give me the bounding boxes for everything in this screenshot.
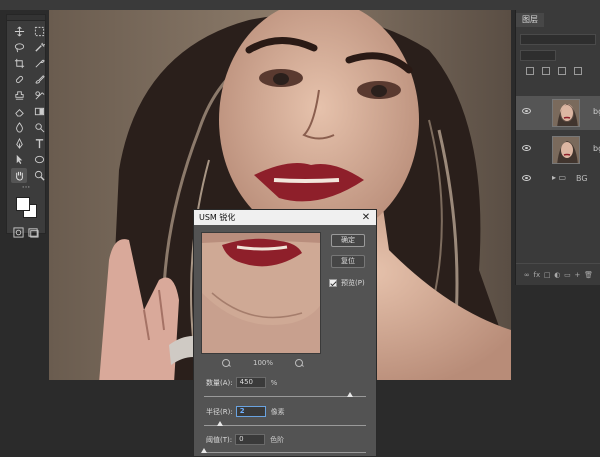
layer-group-row[interactable]: ▸ ▭ BG [516,170,600,188]
eraser-icon[interactable] [11,104,27,119]
group-name[interactable]: BG [576,174,588,183]
dialog-title: USM 锐化 [199,213,236,222]
mask-icon[interactable]: □ [544,271,551,279]
threshold-slider-thumb[interactable] [201,448,207,453]
preview-checkbox-box[interactable] [329,279,337,287]
amount-unit: % [270,378,278,387]
threshold-slider-track[interactable] [204,452,366,453]
link-layers-icon[interactable]: ∞ [524,271,530,279]
layer-row-1[interactable]: bg [516,96,600,130]
ok-button[interactable]: 确定 [331,234,365,247]
tab-layers[interactable]: 图层 [516,13,544,27]
amount-slider-track[interactable] [204,396,366,397]
filter-preview[interactable] [201,232,321,354]
lock-artboard-icon[interactable] [558,67,566,75]
hand-icon[interactable] [11,168,27,183]
threshold-input[interactable]: 0 [235,434,266,445]
text-icon[interactable] [31,136,47,151]
radius-slider-thumb[interactable] [217,421,224,426]
blur-icon[interactable] [11,120,27,135]
zoom-level: 100% [252,359,273,367]
trash-icon[interactable]: 🗑 [584,271,593,279]
folder-icon[interactable]: ▭ [564,271,571,279]
visibility-eye-icon[interactable] [522,145,531,151]
photoshop-window: ··· 图层 b b ▸ ▭ BG ∞ fx □ ◐ ▭ + 🗑 USM 锐化 … [0,0,600,457]
options-bar [0,0,600,10]
quick-mask-row [7,225,45,240]
fx-icon[interactable]: fx [533,271,540,279]
amount-row: 数量(A): 450 % [206,377,277,388]
screen-mode-icon[interactable] [26,225,41,240]
zoom-in-icon[interactable] [294,358,304,368]
blend-mode-select[interactable] [520,50,556,61]
folder-icon: ▸ ▭ [552,173,567,182]
healing-icon[interactable] [11,72,27,87]
brush-icon[interactable] [31,72,47,87]
visibility-eye-icon[interactable] [522,175,531,181]
crop-icon[interactable] [11,56,27,71]
ellipse-icon[interactable] [31,152,47,167]
layers-panel-footer: ∞ fx □ ◐ ▭ + 🗑 [516,263,600,285]
unsharp-mask-dialog: USM 锐化 ✕ 确定 复位 预览(P) 100% 数量(A): 450 % 半… [193,209,377,457]
radius-label: 半径(R): [206,407,233,416]
layer-thumbnail [552,99,580,127]
more-tools-icon[interactable]: ··· [7,183,45,193]
preview-checkbox-label: 预览(P) [341,279,365,287]
stamp-icon[interactable] [11,88,27,103]
threshold-label: 阈值(T): [206,435,233,444]
zoom-icon[interactable] [31,168,47,183]
lasso-icon[interactable] [11,40,27,55]
visibility-eye-icon[interactable] [522,108,531,114]
layers-panel: 图层 bg bg ▸ ▭ BG ∞fx □◐ ▭ +🗑 [515,10,600,285]
amount-input[interactable]: 450 [235,377,266,388]
tool-grid [7,21,45,183]
path-select-icon[interactable] [11,152,27,167]
color-swatches [7,195,45,225]
gradient-icon[interactable] [31,104,47,119]
toolbox: ··· [6,14,46,238]
lock-position-icon[interactable] [542,67,550,75]
foreground-color-swatch[interactable] [16,197,30,211]
threshold-unit: 色阶 [270,435,285,444]
threshold-row: 阈值(T): 0 色阶 [206,434,284,445]
marquee-icon[interactable] [31,24,47,39]
radius-slider-track[interactable] [204,425,366,426]
amount-label: 数量(A): [206,378,233,387]
preview-image [202,233,320,353]
reset-button[interactable]: 复位 [331,255,365,268]
new-layer-icon[interactable]: + [575,271,581,279]
preview-checkbox[interactable]: 预览(P) [329,278,365,288]
layer-thumbnail [552,136,580,164]
pen-icon[interactable] [11,136,27,151]
amount-slider-thumb[interactable] [346,392,353,397]
lock-pixels-icon[interactable] [526,67,534,75]
close-icon[interactable]: ✕ [360,210,372,225]
eyedropper-icon[interactable] [31,56,47,71]
layer-name[interactable]: bg [593,144,600,153]
dialog-titlebar[interactable]: USM 锐化 ✕ [194,210,376,225]
layer-filter-select[interactable] [520,34,596,45]
zoom-controls: 100% [222,358,304,368]
quick-mask-icon[interactable] [11,225,26,240]
zoom-out-icon[interactable] [222,358,231,368]
lock-all-icon[interactable] [574,67,582,75]
layer-name[interactable]: bg [593,107,600,116]
radius-input[interactable]: 2 [235,406,266,417]
magic-wand-icon[interactable] [31,40,47,55]
move-icon[interactable] [11,24,27,39]
dodge-icon[interactable] [31,120,47,135]
radius-unit: 像素 [270,407,285,416]
radius-row: 半径(R): 2 像素 [206,406,285,417]
layer-row-2[interactable]: bg [516,133,600,167]
history-brush-icon[interactable] [31,88,47,103]
adjustment-icon[interactable]: ◐ [554,271,560,279]
